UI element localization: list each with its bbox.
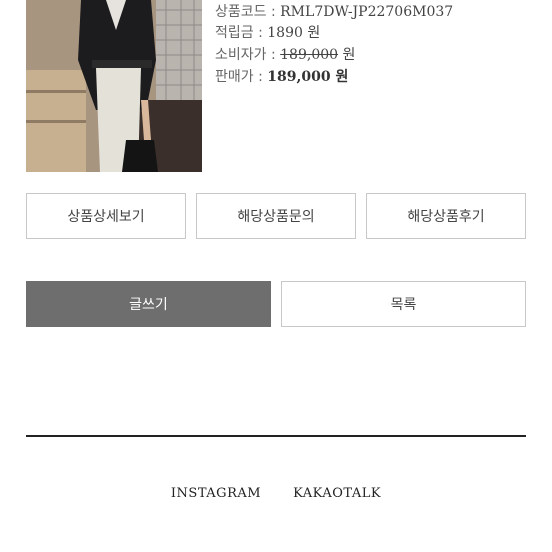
retail-price-label: 소비자가 : bbox=[215, 47, 281, 63]
retail-price-unit: 원 bbox=[338, 47, 356, 63]
instagram-link[interactable]: INSTAGRAM bbox=[171, 486, 261, 501]
list-button[interactable]: 목록 bbox=[281, 281, 526, 327]
retail-price-value: 189,000 bbox=[280, 47, 339, 63]
product-code-row: 상품코드 : RML7DW-JP22706M037 bbox=[215, 1, 453, 23]
sale-price-row: 판매가 : 189,000 원 bbox=[215, 66, 348, 88]
sale-price-label: 판매가 : bbox=[215, 69, 268, 85]
sale-price-value: 189,000 원 bbox=[267, 69, 349, 85]
product-detail-button[interactable]: 상품상세보기 bbox=[26, 193, 186, 239]
points-value: 1890 원 bbox=[267, 25, 321, 41]
product-image bbox=[26, 0, 202, 172]
points-label: 적립금 : bbox=[215, 25, 268, 41]
product-photo bbox=[26, 0, 202, 172]
footer-divider bbox=[26, 435, 526, 437]
retail-price-row: 소비자가 : 189,000 원 bbox=[215, 44, 355, 66]
product-review-button[interactable]: 해당상품후기 bbox=[366, 193, 526, 239]
write-button[interactable]: 글쓰기 bbox=[26, 281, 271, 327]
points-row: 적립금 : 1890 원 bbox=[215, 22, 320, 44]
product-qna-button[interactable]: 해당상품문의 bbox=[196, 193, 356, 239]
kakaotalk-link[interactable]: KAKAOTALK bbox=[293, 486, 381, 501]
product-code-label: 상품코드 : bbox=[215, 4, 281, 20]
footer-links: INSTAGRAM KAKAOTALK bbox=[0, 486, 552, 501]
product-code-value: RML7DW-JP22706M037 bbox=[280, 4, 454, 20]
